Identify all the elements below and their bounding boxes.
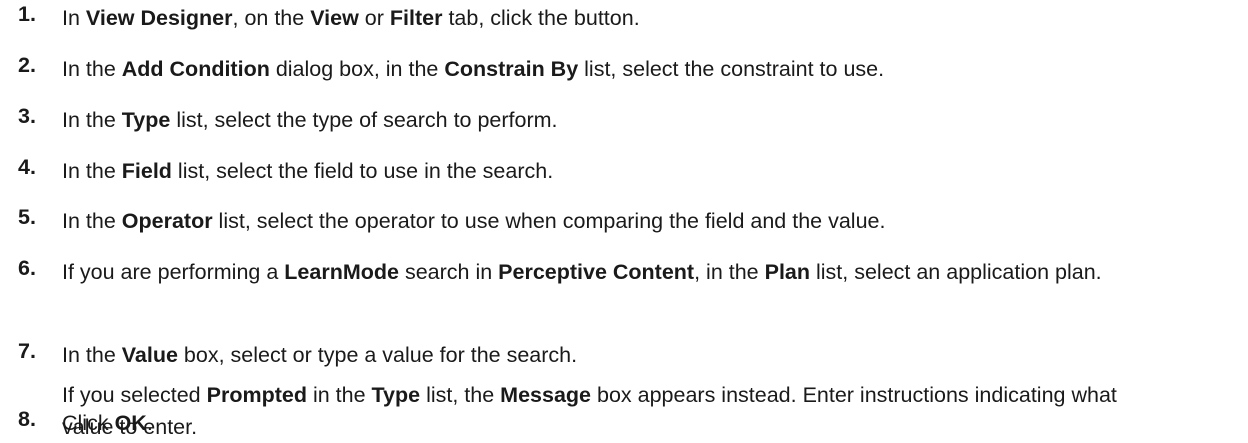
step-paragraph: In the Add Condition dialog box, in the … xyxy=(62,57,885,81)
step-paragraph: In the Value box, select or type a value… xyxy=(62,343,578,367)
step-text: In the Field list, select the field to u… xyxy=(62,155,1234,187)
ui-term: Prompted xyxy=(206,383,307,407)
step-number: 7. xyxy=(18,339,36,363)
step-number: 2. xyxy=(18,53,36,77)
ui-term: Plan xyxy=(764,260,811,284)
ui-term: Add Condition xyxy=(121,57,270,81)
step-paragraph: In the Field list, select the field to u… xyxy=(62,159,554,183)
ui-term: Constrain By xyxy=(444,57,579,81)
ui-term: Field xyxy=(121,159,172,183)
ui-term: Filter xyxy=(389,6,443,30)
step-text: In the Operator list, select the operato… xyxy=(62,205,1234,237)
step-paragraph: Click OK. xyxy=(62,411,153,435)
ui-term: View xyxy=(310,6,359,30)
step-paragraph: If you are performing a LearnMode search… xyxy=(62,260,1102,284)
step-text: Click OK. xyxy=(62,407,1234,439)
ui-term: OK xyxy=(114,411,147,435)
ui-term: LearnMode xyxy=(284,260,399,284)
ui-term: Value xyxy=(121,343,178,367)
step-paragraph: In View Designer, on the View or Filter … xyxy=(62,6,640,30)
step-paragraph: In the Type list, select the type of sea… xyxy=(62,108,558,132)
step-paragraph: In the Operator list, select the operato… xyxy=(62,209,886,233)
step-number: 5. xyxy=(18,205,36,229)
step-text: In the Add Condition dialog box, in the … xyxy=(62,53,1234,85)
step-number: 6. xyxy=(18,256,36,280)
step-number: 1. xyxy=(18,2,36,26)
step-text: In the Type list, select the type of sea… xyxy=(62,104,1234,136)
step-number: 3. xyxy=(18,104,36,128)
step-number: 8. xyxy=(18,407,36,431)
ui-term: Message xyxy=(500,383,592,407)
step-number: 4. xyxy=(18,155,36,179)
ui-term: Type xyxy=(371,383,421,407)
ui-term: Perceptive Content xyxy=(498,260,695,284)
step-text: If you are performing a LearnMode search… xyxy=(62,256,1188,288)
ui-term: Type xyxy=(121,108,171,132)
ui-term: Operator xyxy=(121,209,213,233)
step-text: In View Designer, on the View or Filter … xyxy=(62,2,1234,34)
ui-term: View Designer xyxy=(85,6,233,30)
